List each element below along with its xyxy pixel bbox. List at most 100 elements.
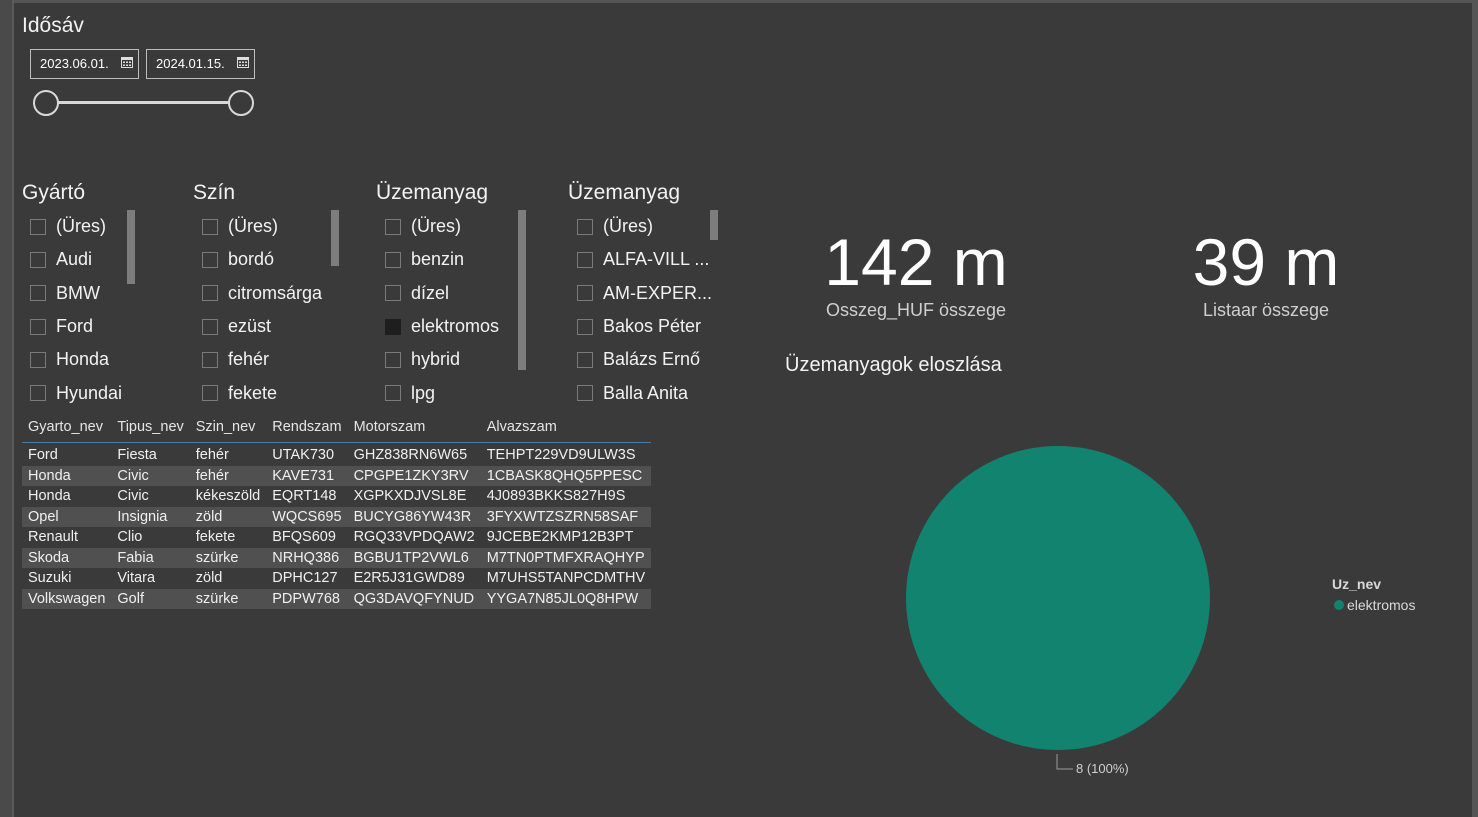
slicer-item-label: (Üres) xyxy=(228,216,278,237)
calendar-icon[interactable] xyxy=(237,56,249,68)
table-row[interactable]: Ford Fiesta fehér UTAK730 GHZ838RN6W65 TEHPT2… xyxy=(22,443,651,466)
slicer-item-label: hybrid xyxy=(411,349,461,370)
date-slider-end-handle[interactable] xyxy=(228,90,254,116)
checkbox[interactable] xyxy=(30,385,46,402)
slicer-title-uzemanyag: Üzemanyag xyxy=(376,181,489,204)
checkbox[interactable] xyxy=(577,251,593,268)
slicer-item[interactable]: benzin xyxy=(376,243,516,276)
slicer-item[interactable]: bordó xyxy=(193,243,333,276)
scrollbar-uzemanyag-2[interactable] xyxy=(710,210,718,240)
table-cell: zöld xyxy=(189,506,267,527)
table-row[interactable]: Honda Civic fehér KAVE731 CPGPE1ZKY3RV 1CBASK… xyxy=(22,465,652,486)
kpi-osszeg-huf-value: 142 m xyxy=(824,225,1008,299)
table-cell: 3FYXWTZSZRN58SAF xyxy=(480,506,652,527)
checkbox[interactable] xyxy=(202,251,218,268)
table-row[interactable]: Opel Insignia zöld WQCS695 BUCYG86YW43R 3FYXW… xyxy=(22,506,652,527)
slicer-item-label: benzin xyxy=(411,249,465,270)
checkbox[interactable] xyxy=(202,351,218,368)
table-row[interactable]: Volkswagen Golf szürke PDPW768 QG3DAVQFYNUD Y… xyxy=(22,588,652,609)
slicer-item[interactable]: fehér xyxy=(193,343,333,376)
slicer-item[interactable]: Audi xyxy=(21,243,131,276)
checkbox[interactable] xyxy=(577,351,593,368)
slicer-item[interactable]: dízel xyxy=(376,277,516,310)
slicer-item[interactable]: fekete xyxy=(193,376,333,409)
scrollbar-szin[interactable] xyxy=(331,210,339,266)
checkbox[interactable] xyxy=(202,385,218,402)
slicer-item-label: (Üres) xyxy=(603,216,653,237)
checkbox[interactable] xyxy=(385,351,401,368)
pie-data-label: 8 (100%) xyxy=(1076,761,1129,776)
date-slider-track[interactable] xyxy=(47,101,242,104)
table-row[interactable]: Suzuki Vitara zöld DPHC127 E2R5J31GWD89 M7UHS… xyxy=(22,568,651,589)
slicer-item[interactable]: (Üres) xyxy=(568,210,713,243)
checkbox[interactable] xyxy=(577,385,593,402)
table-row[interactable]: Honda Civic kékeszöld EQRT148 XGPKXDJVSL8E 4J… xyxy=(22,486,651,507)
slicer-list-szin: (Üres) bordó citromsárga ezüst fehér fekete xyxy=(193,210,333,410)
slicer-item[interactable]: (Üres) xyxy=(376,210,516,243)
slicer-item[interactable]: ALFA-VILL ... xyxy=(568,243,713,276)
table-cell: fekete xyxy=(195,529,236,546)
table-cell: Suzuki xyxy=(28,570,72,587)
checkbox[interactable] xyxy=(202,318,218,335)
slicer-list-uzemanyag-2: (Üres) ALFA-VILL ... AM-EXPER... Bakos Péte… xyxy=(568,210,713,410)
fuel-pie-chart xyxy=(906,446,1210,750)
slicer-item[interactable]: AM-EXPER... xyxy=(568,277,713,310)
slicer-item[interactable]: Honda xyxy=(21,343,131,376)
table-cell: BUCYG86YW43R xyxy=(347,506,481,527)
checkbox[interactable] xyxy=(30,251,46,268)
slicer-item-label: ALFA-VILL ... xyxy=(603,249,710,270)
checkbox[interactable] xyxy=(30,218,46,235)
checkbox[interactable] xyxy=(30,285,46,302)
checkbox[interactable] xyxy=(30,318,46,335)
column-header[interactable]: Motorszam xyxy=(347,412,481,443)
slicer-item[interactable]: Bakos Péter xyxy=(568,310,713,343)
slicer-item[interactable]: Ford xyxy=(21,310,131,343)
slicer-item[interactable]: BMW xyxy=(21,277,131,310)
column-header[interactable]: Tipus_nev xyxy=(111,412,190,443)
slicer-item[interactable]: elektromos xyxy=(376,310,516,343)
pie-slice-elektromos[interactable] xyxy=(906,446,1210,750)
slicer-item[interactable]: lpg xyxy=(376,376,516,409)
slicer-item-label: elektromos xyxy=(411,316,500,337)
scrollbar-uzemanyag[interactable] xyxy=(518,210,526,370)
checkbox[interactable] xyxy=(577,318,593,335)
checkbox[interactable] xyxy=(577,285,593,302)
table-row[interactable]: Skoda Fabia szürke NRHQ386 BGBU1TP2VWL6 M7TN0… xyxy=(22,547,652,568)
end-date-input[interactable]: 2024.01.15. xyxy=(146,49,255,79)
checkbox[interactable] xyxy=(385,285,401,302)
left-panel-edge xyxy=(0,0,14,817)
table-cell: EQRT148 xyxy=(272,488,337,505)
table-row[interactable]: Renault Clio fekete BFQS609 RGQ33VPDQAW2 9JCE… xyxy=(22,527,651,548)
slicer-item[interactable]: Balázs Ernő xyxy=(568,343,713,376)
table-cell: szürke xyxy=(189,547,267,568)
checkbox[interactable] xyxy=(385,218,401,235)
table-cell: PDPW768 xyxy=(266,588,348,609)
date-slider-start-handle[interactable] xyxy=(33,90,59,116)
slicer-item[interactable]: (Üres) xyxy=(193,210,333,243)
checkbox[interactable] xyxy=(30,351,46,368)
slicer-item[interactable]: Hyundai xyxy=(21,376,131,409)
calendar-icon[interactable] xyxy=(121,56,133,68)
column-header[interactable]: Gyarto_nev xyxy=(22,412,112,443)
checkbox[interactable] xyxy=(385,251,401,268)
checkbox[interactable] xyxy=(385,318,401,335)
column-header[interactable]: Rendszam xyxy=(266,412,348,443)
start-date-input[interactable]: 2023.06.01. xyxy=(30,49,139,79)
table-cell: QG3DAVQFYNUD xyxy=(347,588,481,609)
scrollbar-gyarto[interactable] xyxy=(127,210,135,284)
slicer-item[interactable]: hybrid xyxy=(376,343,516,376)
slicer-item[interactable]: Balla Anita xyxy=(568,376,713,409)
legend-item-elektromos[interactable]: elektromos xyxy=(1334,597,1415,613)
checkbox[interactable] xyxy=(577,218,593,235)
column-header[interactable]: Szin_nev xyxy=(189,412,267,443)
column-header[interactable]: Alvazszam xyxy=(480,412,652,443)
table-cell: BFQS609 xyxy=(272,529,336,546)
checkbox[interactable] xyxy=(385,385,401,402)
slicer-item[interactable]: (Üres) xyxy=(21,210,131,243)
checkbox[interactable] xyxy=(202,218,218,235)
checkbox[interactable] xyxy=(202,285,218,302)
slicer-item[interactable]: ezüst xyxy=(193,310,333,343)
data-label-leader-line xyxy=(1056,754,1073,770)
slicer-item-label: Audi xyxy=(56,249,93,270)
slicer-item[interactable]: citromsárga xyxy=(193,277,333,310)
